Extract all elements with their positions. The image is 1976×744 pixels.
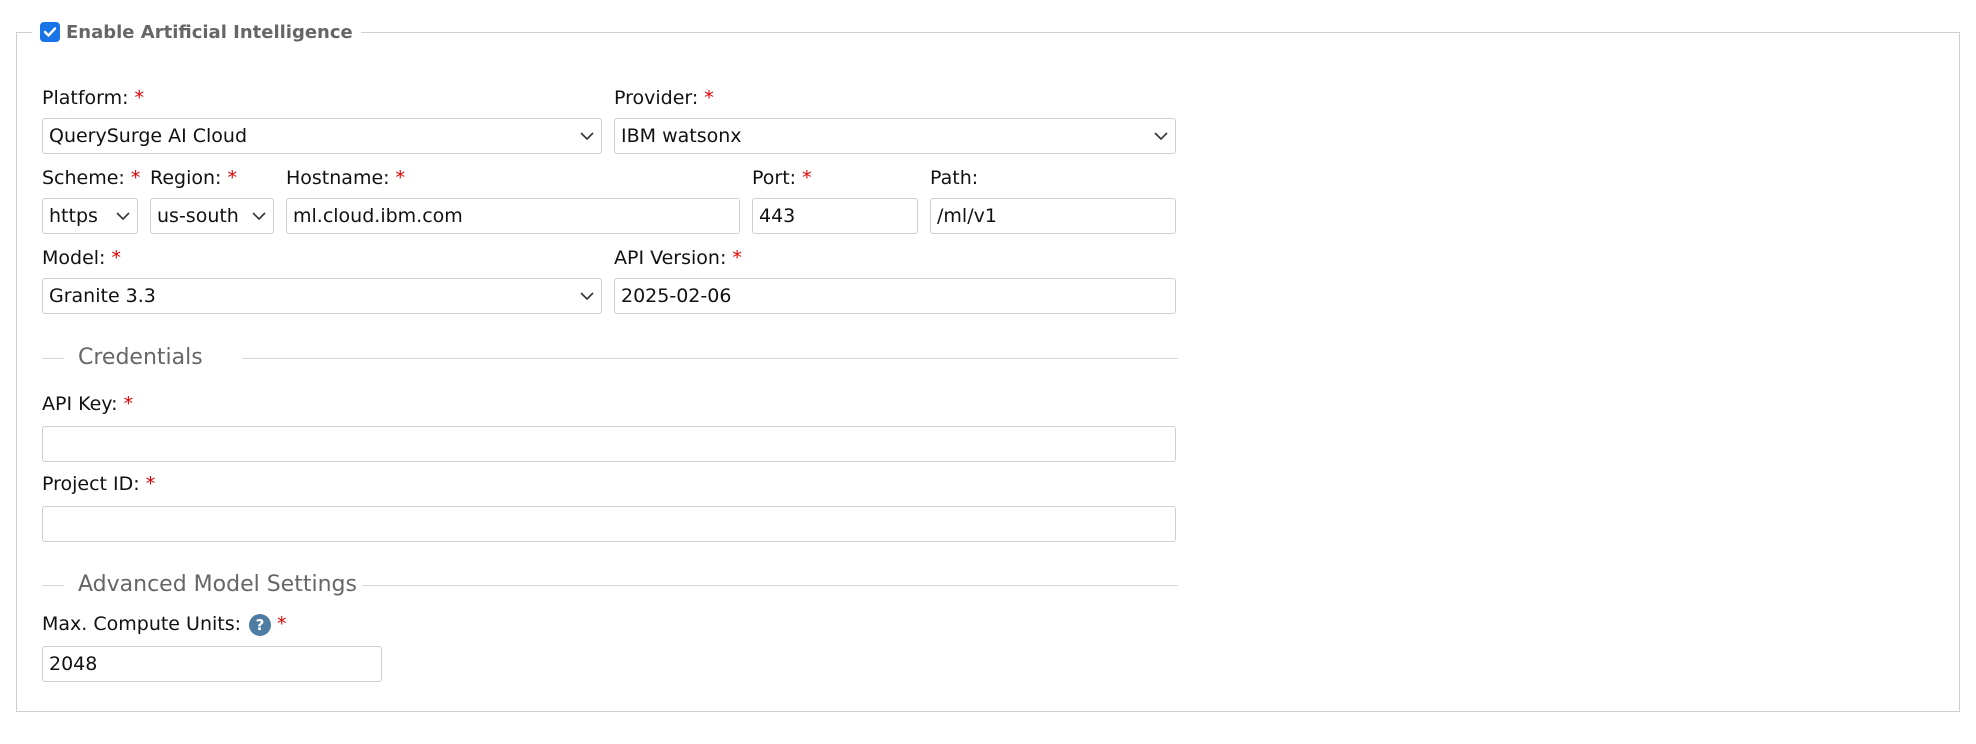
port-input[interactable]: 443 <box>752 198 918 234</box>
advanced-settings-title: Advanced Model Settings <box>78 571 369 599</box>
required-mark: * <box>130 167 141 189</box>
credentials-title: Credentials <box>78 344 215 372</box>
region-select[interactable]: us-south <box>150 198 274 234</box>
platform-label: Platform: * <box>42 87 145 109</box>
chevron-down-icon <box>580 292 594 301</box>
required-mark: * <box>395 167 406 189</box>
help-icon[interactable]: ? <box>249 613 272 636</box>
required-mark: * <box>134 87 145 109</box>
path-input[interactable]: /ml/v1 <box>930 198 1176 234</box>
required-mark: * <box>704 87 714 109</box>
model-select[interactable]: Granite 3.3 <box>42 278 602 314</box>
platform-select[interactable]: QuerySurge AI Cloud <box>42 118 602 154</box>
required-mark: * <box>277 613 287 635</box>
api-version-input[interactable]: 2025-02-06 <box>614 278 1176 314</box>
max-compute-label: Max. Compute Units:? * <box>42 613 287 636</box>
model-label: Model: * <box>42 247 121 269</box>
required-mark: * <box>111 247 121 269</box>
hostname-input[interactable]: ml.cloud.ibm.com <box>286 198 740 234</box>
max-compute-input[interactable]: 2048 <box>42 646 382 682</box>
port-label: Port: * <box>752 167 812 189</box>
api-key-label: API Key: * <box>42 393 134 415</box>
required-mark: * <box>123 393 134 415</box>
api-version-label: API Version: * <box>614 247 742 269</box>
required-mark: * <box>802 167 812 189</box>
provider-label: Provider: * <box>614 87 714 109</box>
chevron-down-icon <box>252 212 266 221</box>
path-label: Path: <box>930 167 979 189</box>
hostname-label: Hostname: * <box>286 167 406 189</box>
enable-ai-label: Enable Artificial Intelligence <box>66 21 353 43</box>
enable-ai-legend: Enable Artificial Intelligence <box>32 18 361 46</box>
required-mark: * <box>732 247 742 269</box>
chevron-down-icon <box>116 212 130 221</box>
credentials-section-header: Credentials <box>42 344 1178 372</box>
scheme-select[interactable]: https <box>42 198 138 234</box>
chevron-down-icon <box>580 132 594 141</box>
required-mark: * <box>227 167 237 189</box>
checkmark-icon <box>43 27 57 37</box>
project-id-label: Project ID: * <box>42 473 156 495</box>
region-label: Region: * <box>150 167 237 189</box>
provider-select[interactable]: IBM watsonx <box>614 118 1176 154</box>
required-mark: * <box>145 473 156 495</box>
advanced-settings-section-header: Advanced Model Settings <box>42 571 1178 599</box>
enable-ai-checkbox[interactable] <box>40 22 60 42</box>
scheme-label: Scheme: * <box>42 167 141 189</box>
chevron-down-icon <box>1154 132 1168 141</box>
project-id-input[interactable] <box>42 506 1176 542</box>
api-key-input[interactable] <box>42 426 1176 462</box>
